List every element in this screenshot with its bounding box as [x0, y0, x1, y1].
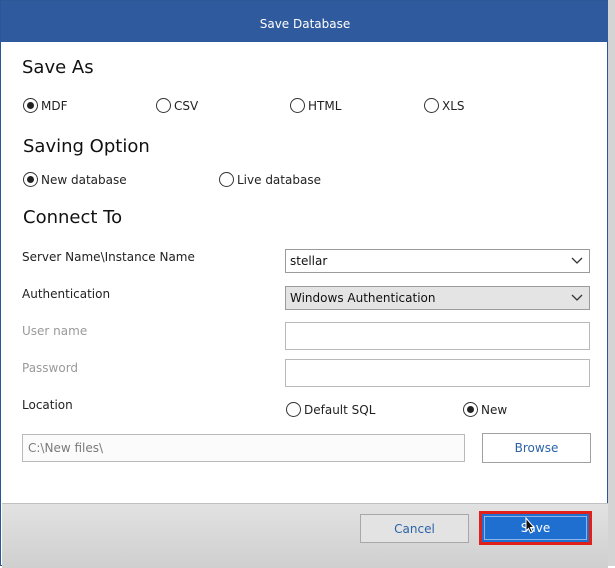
location-path-input[interactable]: C:\New files\ [22, 434, 465, 462]
save-as-heading: Save As [22, 57, 94, 78]
radio-new-database[interactable]: New database [23, 172, 127, 187]
authentication-dropdown[interactable]: Windows Authentication [285, 286, 590, 310]
radio-html[interactable]: HTML [290, 98, 341, 113]
radio-mdf[interactable]: MDF [23, 98, 68, 113]
chevron-down-icon [571, 257, 583, 264]
radio-unchecked-icon [219, 172, 234, 187]
radio-html-label: HTML [308, 98, 342, 113]
radio-mdf-label: MDF [41, 98, 68, 113]
mouse-cursor-icon [525, 517, 536, 534]
location-label: Location [22, 398, 73, 412]
radio-new-location-label: New [481, 402, 508, 417]
server-name-label: Server Name\Instance Name [22, 250, 195, 264]
radio-csv[interactable]: CSV [156, 98, 198, 113]
radio-unchecked-icon [286, 402, 301, 417]
radio-new-database-label: New database [41, 172, 127, 187]
password-input[interactable] [285, 359, 590, 387]
radio-csv-label: CSV [174, 98, 199, 113]
radio-checked-icon [463, 402, 478, 417]
server-name-value: stellar [290, 254, 328, 268]
window-edge [608, 0, 615, 566]
radio-xls-label: XLS [442, 98, 465, 113]
radio-unchecked-icon [156, 98, 171, 113]
radio-checked-icon [23, 172, 38, 187]
radio-live-database-label: Live database [237, 172, 321, 187]
authentication-value: Windows Authentication [290, 291, 436, 305]
radio-unchecked-icon [424, 98, 439, 113]
username-label: User name [22, 324, 88, 338]
chevron-down-icon [571, 294, 583, 301]
radio-checked-icon [23, 98, 38, 113]
radio-xls[interactable]: XLS [424, 98, 465, 113]
authentication-label: Authentication [22, 287, 111, 301]
radio-new-location[interactable]: New [463, 402, 507, 417]
cancel-button[interactable]: Cancel [360, 514, 469, 543]
radio-live-database[interactable]: Live database [219, 172, 321, 187]
saving-option-heading: Saving Option [23, 136, 150, 157]
radio-default-sql-label: Default SQL [304, 402, 376, 417]
radio-default-sql[interactable]: Default SQL [286, 402, 375, 417]
server-name-dropdown[interactable]: stellar [285, 249, 590, 273]
username-input[interactable] [285, 322, 590, 350]
save-database-dialog: Save Database Save As MDF CSV HTML XLS S… [0, 0, 609, 568]
dialog-title: Save Database [1, 7, 609, 42]
radio-unchecked-icon [290, 98, 305, 113]
connect-to-heading: Connect To [23, 207, 123, 228]
browse-button[interactable]: Browse [482, 433, 591, 463]
password-label: Password [22, 361, 79, 375]
